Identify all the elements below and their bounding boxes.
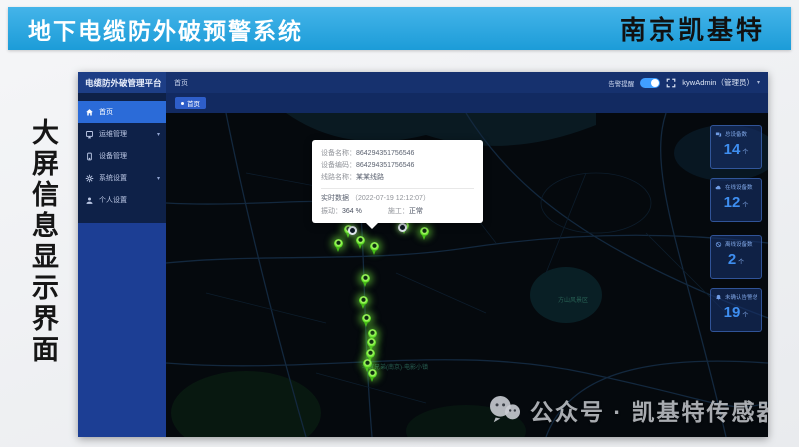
popup-row: 线路名称：某某线路 (321, 172, 474, 184)
realtime-timestamp: （2022-07-19 12:12:07） (350, 195, 430, 202)
stat-title: 在线设备数 (725, 185, 753, 191)
devices-icon (715, 131, 722, 137)
online-icon (715, 185, 721, 189)
bell-icon (716, 294, 721, 300)
breadcrumb: 首页 (174, 79, 188, 87)
stat-card-unconfirmed-alarms: 未确认告警总数 19个 (710, 288, 762, 332)
vibration-value: 364 % (342, 208, 362, 215)
device-name-value: 864294351756546 (356, 150, 415, 157)
device-icon (87, 152, 92, 160)
cluster-badge[interactable] (398, 223, 407, 232)
system-title: 地下电缆防外破预警系统 (28, 17, 303, 44)
sidebar-item-profile[interactable]: 个人设置 (78, 189, 166, 211)
device-pin[interactable] (362, 314, 371, 327)
alert-toggle-switch[interactable] (640, 77, 661, 88)
sidebar-item-devices[interactable]: 设备管理 (78, 145, 166, 167)
device-info-popup: 设备名称：864294351756546 设备编码：86429435175654… (312, 140, 483, 229)
realtime-row: 实时数据 （2022-07-19 12:12:07） (321, 193, 474, 203)
device-code-value: 864294351756546 (356, 162, 415, 169)
chevron-down-icon: ▾ (756, 80, 760, 86)
watermark: 公众号 · 凯基特传感器 (488, 393, 768, 427)
gear-icon (85, 174, 94, 182)
tab-active-dot (181, 101, 184, 105)
sidebar-item-label: 系统设置 (99, 175, 127, 182)
stat-title: 离线设备数 (725, 242, 753, 248)
popup-row: 设备名称：864294351756546 (321, 148, 474, 160)
alert-toggle-label: 告警提醒 (608, 80, 635, 88)
stat-unit: 个 (742, 150, 749, 156)
device-pin[interactable] (359, 296, 368, 309)
user-name: kywAdmin（管理员） (682, 78, 754, 87)
sidebar-item-home[interactable]: 首页 (78, 101, 166, 123)
dashboard-window: 电缆防外破管理平台 首页 告警提醒 kywAdmin（管理员） ▾ 首页 首页 (78, 72, 768, 437)
ops-icon (86, 130, 93, 138)
stat-value: 19 (723, 304, 741, 321)
device-pin[interactable] (334, 239, 343, 252)
popup-divider (321, 188, 474, 189)
brand-name: 南京凯基特 (619, 16, 765, 45)
home-icon (86, 108, 93, 115)
map-place-label: 方山风景区 (558, 298, 589, 304)
stat-value: 2 (727, 251, 737, 268)
popup-row: 设备编码：864294351756546 (321, 160, 474, 172)
stat-value: 12 (723, 194, 741, 211)
top-navbar: 电缆防外破管理平台 首页 告警提醒 kywAdmin（管理员） ▾ (78, 72, 768, 93)
sidebar: 首页 运维管理 ▾ 设备管理 系统设置 ▾ 个人设置 (78, 93, 166, 437)
stat-card-total-devices: 总设备数 14 个 (710, 125, 762, 169)
sidebar-item-ops[interactable]: 运维管理 ▾ (78, 123, 166, 145)
sidebar-item-label: 运维管理 (99, 131, 127, 138)
screen-caption: 大屏信息显示界面 (28, 118, 58, 366)
fullscreen-icon[interactable] (666, 78, 676, 88)
stat-title: 总设备数 (725, 132, 748, 138)
platform-logo: 电缆防外破管理平台 (78, 72, 166, 93)
cluster-badge[interactable] (348, 226, 357, 235)
stat-unit: 个 (742, 313, 749, 319)
stat-unit: 个 (742, 203, 749, 209)
wechat-icon (490, 395, 520, 423)
field-label: 设备名称： (321, 150, 356, 157)
stat-card-online-devices: 在线设备数 12 个 (710, 178, 762, 222)
metric-label: 振动： (321, 208, 342, 215)
tab-home-label: 首页 (187, 101, 200, 108)
stat-value: 14 (723, 141, 741, 158)
stat-card-offline-devices: 离线设备数 2个 (710, 235, 762, 279)
watermark-text: 公众号 · 凯基特传感器 (530, 399, 768, 425)
sidebar-item-label: 首页 (99, 109, 113, 116)
sidebar-item-label: 个人设置 (99, 197, 127, 204)
metrics-row: 振动：364 % 施工：正常 (321, 206, 474, 216)
stat-unit: 个 (738, 260, 745, 266)
field-label: 线路名称： (321, 174, 356, 181)
device-pin[interactable] (361, 274, 370, 287)
chevron-down-icon: ▾ (156, 175, 160, 182)
metric-label: 施工： (387, 208, 409, 215)
map[interactable]: 方山风景区 华谊兄弟(南京)·电影小镇 设备名称：864294351756546 … (166, 113, 768, 437)
sidebar-item-settings[interactable]: 系统设置 ▾ (78, 167, 166, 189)
tab-home[interactable]: 首页 (175, 97, 206, 109)
sidebar-item-label: 设备管理 (99, 153, 127, 160)
stat-title: 未确认告警总数 (725, 295, 757, 301)
chevron-down-icon: ▾ (156, 131, 160, 138)
user-menu[interactable]: kywAdmin（管理员） ▾ (682, 77, 760, 88)
realtime-label: 实时数据 (321, 195, 349, 202)
tab-bar: 首页 (166, 93, 768, 113)
offline-icon (715, 241, 722, 247)
top-banner: 地下电缆防外破预警系统 南京凯基特 (8, 7, 791, 50)
user-icon (86, 197, 93, 204)
device-pin[interactable] (420, 227, 429, 240)
device-pin[interactable] (370, 242, 379, 255)
construction-status-value: 正常 (408, 208, 423, 215)
device-pin[interactable] (368, 369, 377, 382)
line-name-value: 某某线路 (356, 174, 384, 181)
device-pin[interactable] (356, 236, 365, 249)
field-label: 设备编码： (321, 162, 356, 169)
